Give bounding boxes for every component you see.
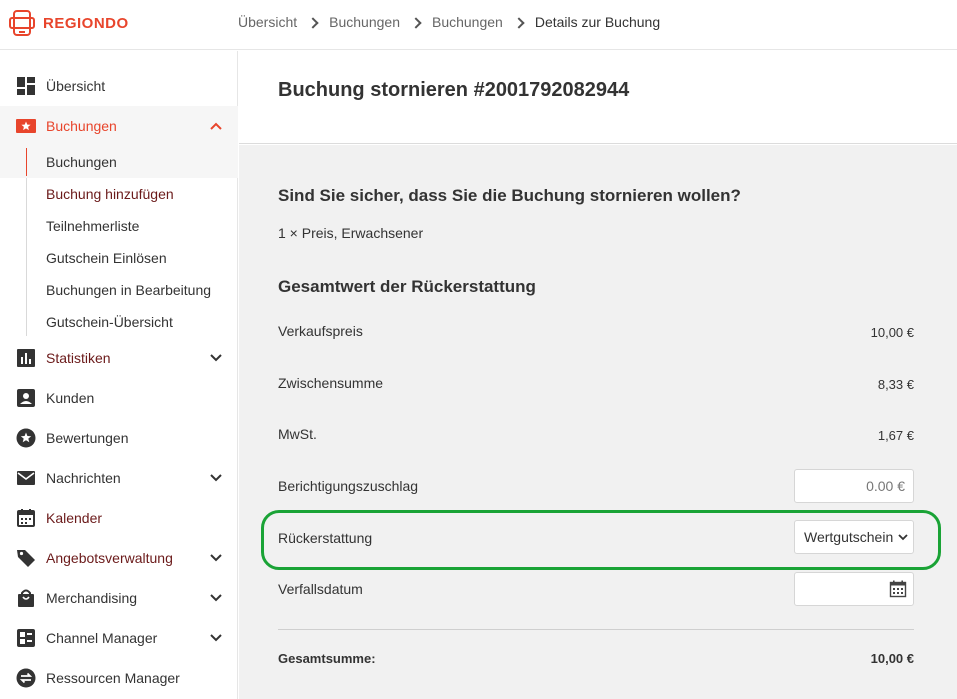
mail-icon: [17, 471, 35, 485]
swap-icon: [16, 668, 36, 688]
chevron-down-icon[interactable]: [209, 351, 223, 365]
sidebar-subitem-label: Gutschein Einlösen: [46, 250, 167, 266]
regiondo-logo-icon: [9, 10, 35, 36]
sidebar-subitem-buchungen-in-bearbeitung[interactable]: Buchungen in Bearbeitung: [0, 274, 238, 306]
sidebar-item-label: Angebotsverwaltung: [46, 550, 173, 566]
sidebar-item-label: Channel Manager: [46, 630, 158, 646]
sidebar-subitem-label: Gutschein-Übersicht: [46, 314, 173, 330]
breadcrumb-item-details: Details zur Buchung: [534, 14, 661, 30]
chevron-down-icon[interactable]: [209, 631, 223, 645]
sidebar-item-nachrichten[interactable]: Nachrichten: [0, 458, 238, 498]
shopping-bag-icon: [18, 589, 34, 607]
dashboard-icon: [17, 77, 35, 95]
ticket-star-icon: [16, 119, 36, 133]
chevron-right-icon: [307, 16, 319, 29]
verkaufspreis-value: 10,00 €: [870, 325, 914, 340]
sidebar-item-label: Ressourcen Manager: [46, 670, 180, 686]
sidebar-item-bewertungen[interactable]: Bewertungen: [0, 418, 238, 458]
mwst-label: MwSt.: [278, 426, 317, 442]
breadcrumb-item-buchungen-list[interactable]: Buchungen: [432, 14, 503, 30]
sidebar-subitem-label: Buchungen: [46, 154, 117, 170]
verkaufspreis-label: Verkaufspreis: [278, 323, 363, 339]
sidebar-item-label: Statistiken: [46, 350, 111, 366]
sidebar-item-label: Kunden: [46, 390, 95, 406]
cancel-booking-panel: Sind Sie sicher, dass Sie die Buchung st…: [239, 145, 957, 699]
sidebar-item-label: Bewertungen: [46, 430, 129, 446]
sidebar-item-label: Übersicht: [46, 78, 106, 94]
verfallsdatum-input[interactable]: [794, 572, 914, 606]
verfallsdatum-label: Verfallsdatum: [278, 581, 363, 597]
rueckerstattung-selected-value: Wertgutschein: [804, 529, 894, 545]
chevron-down-icon: [897, 531, 909, 543]
sidebar-item-kunden[interactable]: Kunden: [0, 378, 238, 418]
sidebar-item-label: Buchungen: [46, 118, 117, 134]
sidebar-item-label: Nachrichten: [46, 470, 121, 486]
page-title: Buchung stornieren #2001792082944: [278, 79, 630, 101]
berichtigungszuschlag-input[interactable]: 0.00 €: [794, 469, 914, 503]
mwst-value: 1,67 €: [877, 428, 914, 443]
divider: [278, 629, 914, 630]
sidebar-item-kalender[interactable]: Kalender: [0, 498, 238, 538]
sidebar-item-ressourcen-manager[interactable]: Ressourcen Manager: [0, 658, 238, 698]
brand-name: REGIONDO: [43, 14, 129, 32]
rueckerstattung-label: Rückerstattung: [278, 530, 373, 546]
chevron-up-icon[interactable]: [209, 119, 223, 133]
sidebar-item-angebotsverwaltung[interactable]: Angebotsverwaltung: [0, 538, 238, 578]
tag-icon: [17, 550, 35, 567]
chevron-down-icon[interactable]: [209, 471, 223, 485]
sidebar-subitem-buchungen[interactable]: Buchungen: [0, 146, 238, 178]
sidebar-subitem-label: Buchungen in Bearbeitung: [46, 282, 212, 298]
total-label: Gesamtsumme:: [278, 651, 376, 666]
breadcrumb: Übersicht Buchungen Buchungen Details zu…: [238, 14, 660, 30]
bar-chart-icon: [17, 349, 35, 367]
sidebar-subitem-buchung-hinzufuegen[interactable]: Buchung hinzufügen: [0, 178, 238, 210]
logo[interactable]: REGIONDO: [9, 9, 129, 37]
sidebar-subitem-label: Buchung hinzufügen: [46, 186, 174, 202]
calendar-icon[interactable]: [889, 580, 907, 598]
sidebar-item-merchandising[interactable]: Merchandising: [0, 578, 238, 618]
chevron-right-icon: [410, 16, 422, 29]
page-header: Buchung stornieren #2001792082944: [239, 51, 957, 144]
sidebar-item-buchungen[interactable]: Buchungen: [0, 106, 238, 146]
sidebar-item-label: Merchandising: [46, 590, 138, 606]
sidebar: Übersicht Buchungen Buchungen Buchung hi…: [0, 51, 238, 699]
zwischensumme-label: Zwischensumme: [278, 375, 384, 391]
sidebar-subitem-gutschein-uebersicht[interactable]: Gutschein-Übersicht: [0, 306, 238, 338]
sidebar-item-label: Kalender: [46, 510, 103, 526]
sidebar-subitem-teilnehmerliste[interactable]: Teilnehmerliste: [0, 210, 238, 242]
star-circle-icon: [16, 428, 36, 448]
breadcrumb-item-uebersicht[interactable]: Übersicht: [238, 14, 297, 30]
top-bar: REGIONDO Übersicht Buchungen Buchungen D…: [0, 0, 957, 50]
sidebar-item-uebersicht[interactable]: Übersicht: [0, 66, 238, 106]
chevron-down-icon[interactable]: [209, 551, 223, 565]
rueckerstattung-select[interactable]: Wertgutschein: [794, 520, 914, 554]
booking-item-line: 1 × Preis, Erwachsener: [278, 225, 424, 241]
zwischensumme-value: 8,33 €: [877, 377, 914, 392]
sidebar-subitem-label: Teilnehmerliste: [46, 218, 140, 234]
sidebar-item-channel-manager[interactable]: Channel Manager: [0, 618, 238, 658]
sidebar-subitem-gutschein-einloesen[interactable]: Gutschein Einlösen: [0, 242, 238, 274]
berichtigungszuschlag-label: Berichtigungszuschlag: [278, 478, 419, 494]
confirm-question: Sind Sie sicher, dass Sie die Buchung st…: [278, 186, 741, 205]
chevron-right-icon: [513, 16, 525, 29]
subnav-active-indicator: [26, 148, 27, 176]
breadcrumb-item-buchungen[interactable]: Buchungen: [329, 14, 400, 30]
chevron-down-icon[interactable]: [209, 591, 223, 605]
calendar-icon: [17, 509, 35, 527]
sidebar-item-statistiken[interactable]: Statistiken: [0, 338, 238, 378]
total-value: 10,00 €: [870, 651, 914, 666]
refund-section-title: Gesamtwert der Rückerstattung: [278, 277, 536, 296]
channel-icon: [17, 629, 35, 647]
person-icon: [17, 389, 35, 407]
